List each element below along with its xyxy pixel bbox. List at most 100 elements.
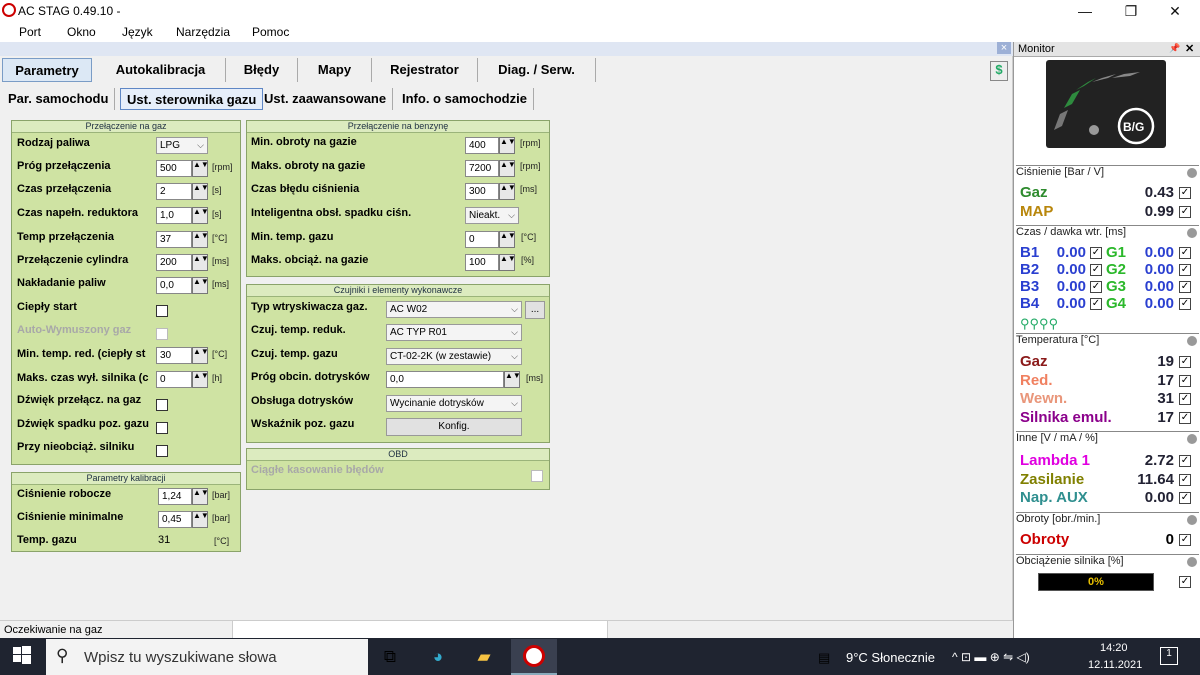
pressure-err-spinner[interactable]: ▲▼ xyxy=(499,183,516,200)
min-gas-temp-input[interactable]: 0 xyxy=(465,231,499,248)
min-red-temp-spinner[interactable]: ▲▼ xyxy=(192,347,209,364)
collapse-icon[interactable] xyxy=(1187,434,1197,444)
collapse-icon[interactable] xyxy=(1187,515,1197,525)
subtab-par-samochodu[interactable]: Par. samochodu xyxy=(2,88,116,110)
max-load-spinner[interactable]: ▲▼ xyxy=(499,254,516,271)
temp-3-checkbox[interactable]: ✓ xyxy=(1179,411,1191,424)
minimize-button[interactable]: — xyxy=(1062,0,1108,22)
subtab-ust-zaawansowane[interactable]: Ust. zaawansowane xyxy=(258,88,394,110)
config-button[interactable]: Konfig. xyxy=(386,418,522,436)
other-2-checkbox[interactable]: ✓ xyxy=(1179,492,1191,504)
boost-threshold-input[interactable]: 0,0 xyxy=(386,371,504,388)
temp-2-checkbox[interactable]: ✓ xyxy=(1179,393,1191,405)
collapse-icon[interactable] xyxy=(1187,336,1197,346)
pressure-map-checkbox[interactable]: ✓ xyxy=(1179,206,1191,218)
cyl-switch-input[interactable]: 200 xyxy=(156,254,192,271)
rpm-checkbox[interactable]: ✓ xyxy=(1179,534,1191,546)
threshold-spinner[interactable]: ▲▼ xyxy=(192,160,209,177)
help-icon[interactable]: $ xyxy=(990,61,1008,81)
max-rpm-input[interactable]: 7200 xyxy=(465,160,499,177)
threshold-input[interactable]: 500 xyxy=(156,160,192,177)
file-explorer-icon[interactable]: ▰ xyxy=(472,645,496,669)
switch-sound-checkbox[interactable] xyxy=(156,399,168,411)
smart-drop-dropdown[interactable]: Nieakt. ⌵ xyxy=(465,207,519,224)
red-sensor-dropdown[interactable]: AC TYP R01 ⌵ xyxy=(386,324,522,341)
collapse-icon[interactable] xyxy=(1187,557,1197,567)
other-1-checkbox[interactable]: ✓ xyxy=(1179,473,1191,486)
temp-0-checkbox[interactable]: ✓ xyxy=(1179,356,1191,368)
load-checkbox[interactable]: ✓ xyxy=(1179,576,1191,588)
min-red-temp-input[interactable]: 30 xyxy=(156,347,192,364)
switch-time-input[interactable]: 2 xyxy=(156,183,192,200)
collapse-icon[interactable] xyxy=(1187,168,1197,178)
inj-b3-checkbox[interactable]: ✓ xyxy=(1090,281,1102,293)
menu-narzedzia[interactable]: Narzędzia xyxy=(176,25,230,39)
taskbar-search[interactable]: ⚲ Wpisz tu wyszukiwane słowa xyxy=(46,639,368,675)
inj-g4-checkbox[interactable]: ✓ xyxy=(1179,298,1191,310)
pane-close-button[interactable]: × xyxy=(997,42,1011,54)
close-button[interactable]: ✕ xyxy=(1152,0,1198,22)
inj-g1-checkbox[interactable]: ✓ xyxy=(1179,247,1191,259)
min-pressure-spinner[interactable]: ▲▼ xyxy=(192,511,209,528)
notification-icon[interactable]: 1 xyxy=(1160,647,1178,665)
min-rpm-input[interactable]: 400 xyxy=(465,137,499,154)
inj-g2-checkbox[interactable]: ✓ xyxy=(1179,264,1191,276)
fuel-overlap-input[interactable]: 0,0 xyxy=(156,277,192,294)
switch-time-spinner[interactable]: ▲▼ xyxy=(192,183,209,200)
system-tray-icons[interactable]: ^ ⊡ ▬ ⊕ ⇋ ◁) xyxy=(952,650,1030,664)
menu-port[interactable]: Port xyxy=(19,25,41,39)
tab-diag-serw[interactable]: Diag. / Serw. xyxy=(478,58,596,82)
max-off-time-spinner[interactable]: ▲▼ xyxy=(192,371,209,388)
fuel-overlap-spinner[interactable]: ▲▼ xyxy=(192,277,209,294)
min-gas-temp-spinner[interactable]: ▲▼ xyxy=(499,231,516,248)
min-pressure-input[interactable]: 0,45 xyxy=(158,511,192,528)
pressure-gaz-checkbox[interactable]: ✓ xyxy=(1179,187,1191,199)
subtab-ust-sterownika[interactable]: Ust. sterownika gazu xyxy=(120,88,264,110)
pressure-err-input[interactable]: 300 xyxy=(465,183,499,200)
boost-handling-dropdown[interactable]: Wycinanie dotrysków ⌵ xyxy=(386,395,522,412)
gas-sensor-dropdown[interactable]: CT-02-2K (w zestawie) ⌵ xyxy=(386,348,522,365)
fuel-type-dropdown[interactable]: LPG ⌵ xyxy=(156,137,208,154)
gas-switch-indicator[interactable]: B/G xyxy=(1046,60,1166,148)
reducer-fill-input[interactable]: 1,0 xyxy=(156,207,192,224)
menu-okno[interactable]: Okno xyxy=(67,25,96,39)
max-rpm-spinner[interactable]: ▲▼ xyxy=(499,160,516,177)
boost-threshold-spinner[interactable]: ▲▼ xyxy=(504,371,521,388)
clock-time[interactable]: 14:20 xyxy=(1100,642,1128,654)
cyl-switch-spinner[interactable]: ▲▼ xyxy=(192,254,209,271)
tab-rejestrator[interactable]: Rejestrator xyxy=(372,58,478,82)
no-load-checkbox[interactable] xyxy=(156,445,168,457)
menu-jezyk[interactable]: Język xyxy=(122,25,153,39)
work-pressure-input[interactable]: 1,24 xyxy=(158,488,192,505)
reducer-fill-spinner[interactable]: ▲▼ xyxy=(192,207,209,224)
restore-button[interactable]: ❐ xyxy=(1108,0,1154,22)
inj-b4-checkbox[interactable]: ✓ xyxy=(1090,298,1102,310)
task-view-icon[interactable]: ⧉ xyxy=(378,645,402,669)
collapse-icon[interactable] xyxy=(1187,228,1197,238)
max-off-time-input[interactable]: 0 xyxy=(156,371,192,388)
min-rpm-spinner[interactable]: ▲▼ xyxy=(499,137,516,154)
clock-date[interactable]: 12.11.2021 xyxy=(1088,659,1142,671)
edge-browser-icon[interactable]: ◕ xyxy=(426,645,450,669)
tab-bledy[interactable]: Błędy xyxy=(226,58,298,82)
injector-dropdown[interactable]: AC W02 ⌵ xyxy=(386,301,522,318)
inj-b2-checkbox[interactable]: ✓ xyxy=(1090,264,1102,276)
temp-1-checkbox[interactable]: ✓ xyxy=(1179,374,1191,387)
injector-more-button[interactable]: ... xyxy=(525,301,545,319)
switch-temp-spinner[interactable]: ▲▼ xyxy=(192,231,209,248)
ac-stag-taskbar-icon[interactable] xyxy=(511,639,557,675)
work-pressure-spinner[interactable]: ▲▼ xyxy=(192,488,209,505)
monitor-close-button[interactable]: ✕ xyxy=(1185,42,1194,55)
subtab-info-samochodzie[interactable]: Info. o samochodzie xyxy=(396,88,534,110)
tab-mapy[interactable]: Mapy xyxy=(298,58,372,82)
max-load-input[interactable]: 100 xyxy=(465,254,499,271)
tab-parametry[interactable]: Parametry xyxy=(2,58,92,82)
inj-g3-checkbox[interactable]: ✓ xyxy=(1179,281,1191,293)
inj-b1-checkbox[interactable]: ✓ xyxy=(1090,247,1102,259)
windows-start-icon[interactable] xyxy=(12,645,32,665)
low-level-sound-checkbox[interactable] xyxy=(156,422,168,434)
weather-text[interactable]: 9°C Słonecznie xyxy=(846,650,935,665)
switch-temp-input[interactable]: 37 xyxy=(156,231,192,248)
menu-pomoc[interactable]: Pomoc xyxy=(252,25,289,39)
tab-autokalibracja[interactable]: Autokalibracja xyxy=(96,58,226,82)
